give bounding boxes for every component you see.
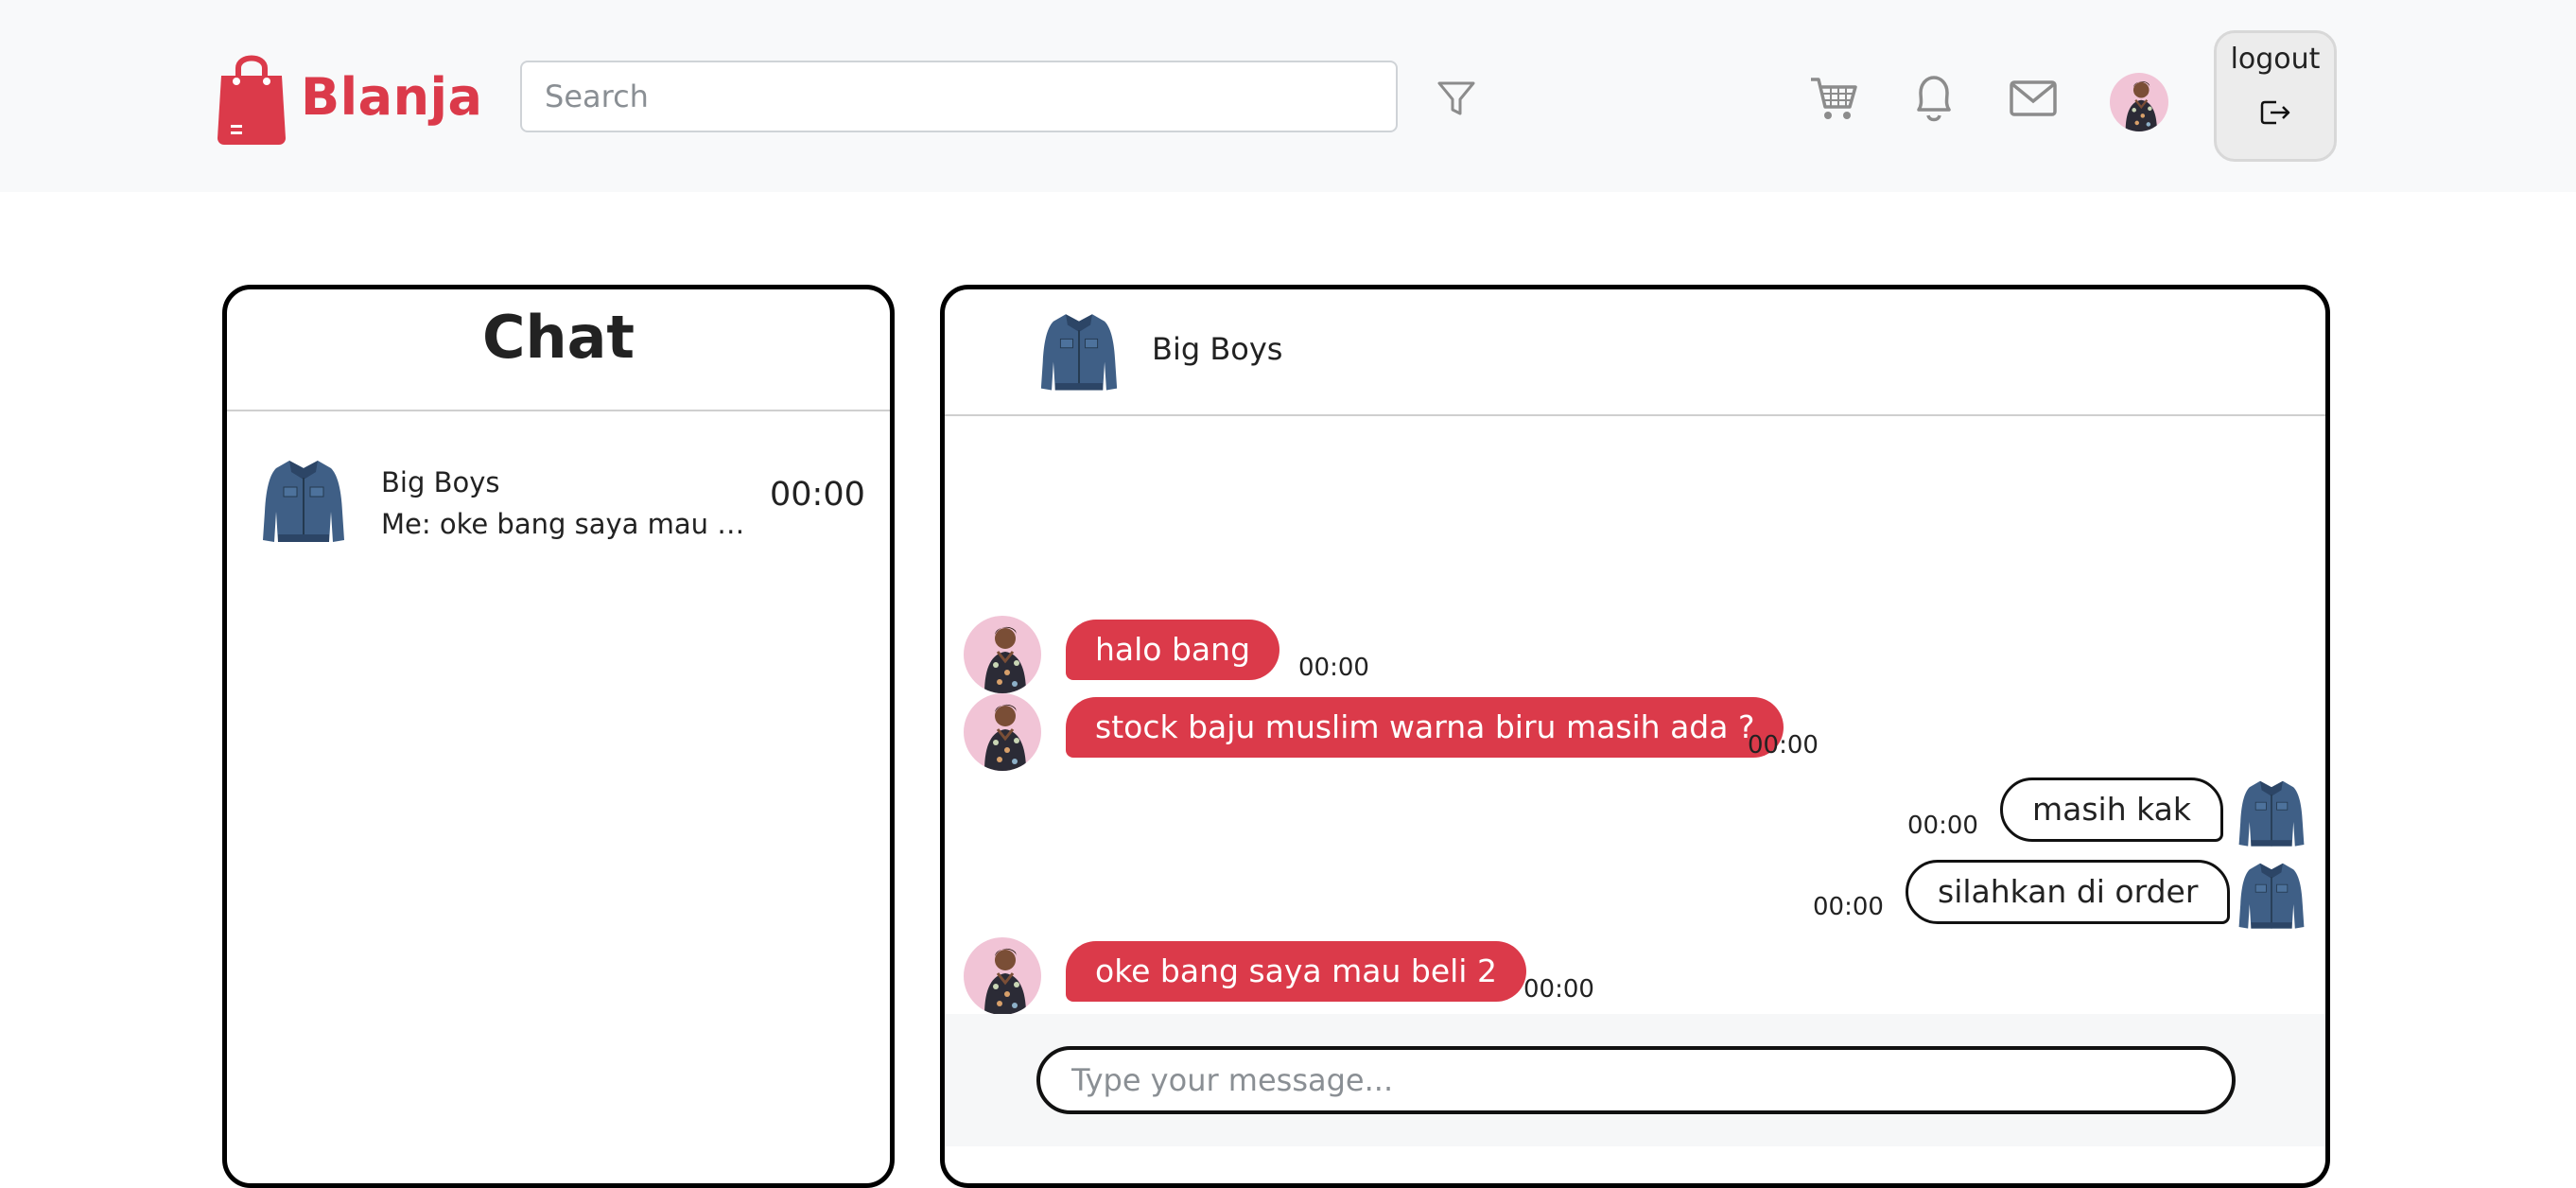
denim-jacket-icon: [1039, 308, 1119, 393]
logout-icon: [2260, 100, 2290, 125]
message-time: 00:00: [1298, 654, 1369, 682]
bell-icon[interactable]: [1907, 70, 1960, 127]
message-time: 00:00: [1523, 975, 1594, 1004]
conversation-preview: Me: oke bang saya mau be...: [381, 508, 750, 540]
chat-room-panel: Big Boys halo bang 00:00 stock baju musl…: [940, 285, 2330, 1188]
user-avatar[interactable]: [2110, 73, 2168, 131]
top-navbar: Blanja logout: [0, 0, 2576, 192]
chat-room-divider: [945, 414, 2325, 416]
message-bubble-incoming: stock baju muslim warna biru masih ada ?: [1066, 697, 1784, 758]
filter-icon[interactable]: [1433, 72, 1480, 125]
search-input[interactable]: [520, 61, 1398, 132]
brand-name: Blanja: [301, 66, 483, 127]
chat-room-contact-name: Big Boys: [1152, 331, 1283, 367]
message-bubble-incoming: halo bang: [1066, 620, 1280, 680]
sender-avatar: [964, 616, 1041, 693]
denim-jacket-icon: [2236, 859, 2307, 931]
denim-jacket-icon: [2236, 777, 2307, 848]
message-time: 00:00: [1907, 812, 1978, 840]
message-input[interactable]: [1036, 1046, 2236, 1114]
sender-avatar: [964, 937, 1041, 1015]
conversation-name: Big Boys: [381, 466, 500, 498]
chat-list-panel: Chat Big Boys Me: oke bang saya mau be..…: [222, 285, 895, 1188]
denim-jacket-icon: [261, 455, 346, 545]
cart-icon[interactable]: [1807, 72, 1860, 125]
brand-logo[interactable]: Blanja: [216, 47, 483, 146]
message-time: 00:00: [1748, 731, 1819, 760]
message-composer: [945, 1014, 2325, 1146]
mail-icon[interactable]: [2007, 76, 2060, 121]
shopping-bag-icon: [218, 55, 286, 145]
message-bubble-outgoing: silahkan di order: [1906, 860, 2231, 924]
message-bubble-outgoing: masih kak: [2000, 777, 2223, 842]
chat-list-divider: [227, 410, 890, 411]
message-bubble-incoming: oke bang saya mau beli 2: [1066, 941, 1526, 1002]
message-time: 00:00: [1813, 893, 1884, 921]
chat-room-header: Big Boys: [945, 289, 2325, 414]
sender-avatar: [964, 693, 1041, 771]
logout-button[interactable]: logout: [2214, 30, 2337, 162]
conversation-time: 00:00: [770, 476, 865, 514]
logout-label: logout: [2230, 43, 2321, 76]
conversation-item[interactable]: Big Boys Me: oke bang saya mau be... 00:…: [261, 455, 865, 550]
chat-list-title: Chat: [481, 303, 635, 372]
